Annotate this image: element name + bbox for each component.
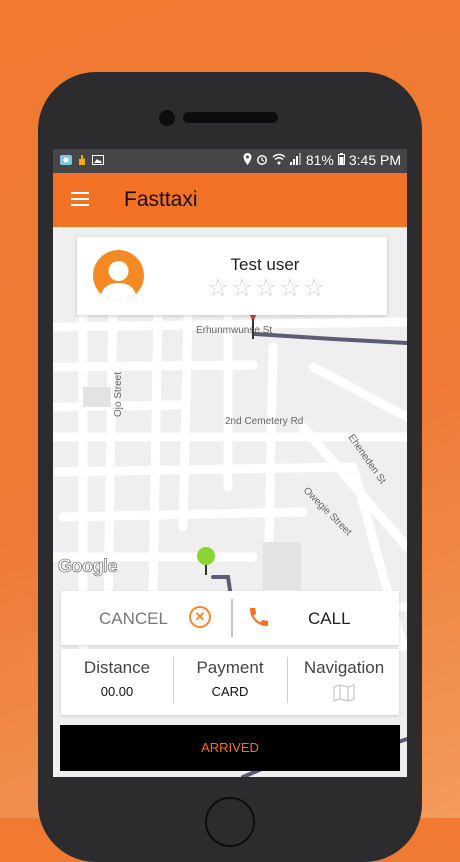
battery-percent: 81% bbox=[305, 152, 334, 168]
camera-app-icon bbox=[60, 153, 72, 165]
signal-icon bbox=[289, 152, 302, 168]
home-button[interactable] bbox=[205, 797, 255, 847]
cancel-label: CANCEL bbox=[99, 609, 168, 628]
distance-value: 00.00 bbox=[100, 684, 134, 699]
system-status: 81% 3:45 PM bbox=[243, 152, 401, 168]
street-label-owegie: Owegie Street bbox=[301, 485, 354, 538]
distance-label: Distance bbox=[83, 658, 151, 677]
star-icon: ☆ bbox=[278, 274, 302, 302]
navigation-label: Navigation bbox=[303, 658, 385, 677]
distance-section: Distance 00.00 bbox=[61, 649, 173, 715]
app-title: Fasttaxi bbox=[124, 188, 198, 211]
alarm-icon bbox=[256, 152, 268, 168]
camera bbox=[159, 110, 175, 126]
rating-stars: ☆ ☆ ☆ ☆ ☆ bbox=[206, 274, 326, 302]
trip-info-bar: Distance 00.00 Payment CARD Navigation bbox=[61, 649, 399, 715]
gallery-icon bbox=[92, 153, 104, 165]
payment-value: CARD bbox=[211, 684, 249, 699]
google-logo: Google bbox=[58, 556, 118, 577]
driver-pin-icon bbox=[197, 547, 215, 575]
call-label: CALL bbox=[308, 609, 351, 628]
cancel-button[interactable]: CANCEL ✕ bbox=[61, 591, 229, 645]
street-label-ojo: Ojo Street bbox=[113, 372, 124, 417]
star-icon: ☆ bbox=[254, 274, 278, 302]
navigation-button[interactable]: Navigation bbox=[288, 649, 400, 715]
hand-icon bbox=[76, 153, 88, 165]
map-icon bbox=[333, 684, 355, 702]
app-bar: Fasttaxi bbox=[53, 173, 407, 227]
call-button[interactable]: CALL bbox=[233, 591, 399, 645]
rider-card: Test user ☆ ☆ ☆ ☆ ☆ bbox=[77, 237, 387, 315]
payment-label: Payment bbox=[196, 658, 264, 677]
phone-icon bbox=[247, 605, 271, 629]
street-label-erhunmwunse: Erhunmwunse St bbox=[196, 325, 272, 336]
notification-icons bbox=[60, 153, 104, 165]
close-circle-icon: ✕ bbox=[189, 606, 211, 628]
star-icon: ☆ bbox=[302, 274, 326, 302]
clock-time: 3:45 PM bbox=[348, 152, 401, 168]
menu-icon[interactable] bbox=[71, 192, 89, 206]
battery-icon bbox=[337, 152, 345, 168]
payment-section: Payment CARD bbox=[174, 649, 286, 715]
rider-name: Test user bbox=[230, 255, 300, 274]
street-label-cemetery: 2nd Cemetery Rd bbox=[225, 416, 303, 427]
star-icon: ☆ bbox=[230, 274, 254, 302]
wifi-icon bbox=[272, 152, 286, 168]
star-icon: ☆ bbox=[206, 274, 230, 302]
app-screen: 81% 3:45 PM Fasttaxi Erhunmwunse St Ojo … bbox=[53, 149, 407, 777]
speaker bbox=[183, 112, 278, 123]
status-bar: 81% 3:45 PM bbox=[53, 149, 407, 173]
action-bar: CANCEL ✕ CALL bbox=[61, 591, 399, 645]
location-icon bbox=[243, 152, 252, 168]
user-avatar-icon bbox=[93, 250, 144, 301]
arrived-button[interactable]: ARRIVED bbox=[60, 725, 400, 771]
